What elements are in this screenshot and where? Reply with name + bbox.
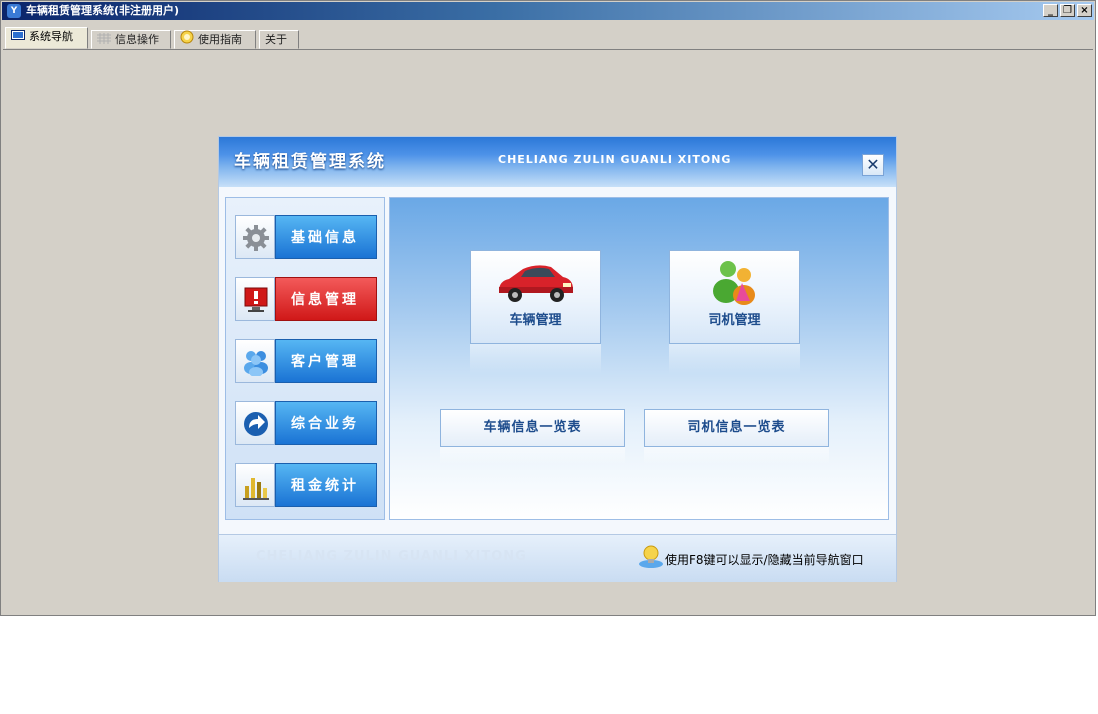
panel-subtitle: CHELIANG ZULIN GUANLI XITONG xyxy=(498,153,732,166)
alert-monitor-icon xyxy=(235,277,275,321)
help-icon xyxy=(180,30,194,44)
panel-header: 车辆租赁管理系统 CHELIANG ZULIN GUANLI XITONG ✕ xyxy=(219,137,896,187)
monitor-icon xyxy=(11,29,25,40)
driver-icon xyxy=(713,261,755,305)
title-bar[interactable]: Y 车辆租赁管理系统(非注册用户) _ ❐ × xyxy=(2,2,1094,20)
restore-button[interactable]: ❐ xyxy=(1060,4,1075,17)
vehicle-button-reflection xyxy=(470,344,601,374)
driver-info-list-button[interactable]: 司机信息一览表 xyxy=(644,409,829,447)
sidebar-item-label: 基础信息 xyxy=(275,215,377,259)
vehicle-info-list-button[interactable]: 车辆信息一览表 xyxy=(440,409,625,447)
footer-hint: 使用F8键可以显示/隐藏当前导航窗口 xyxy=(665,553,864,567)
sidebar-item-basic-info[interactable]: 基础信息 xyxy=(235,215,377,259)
vehicle-list-reflection xyxy=(440,447,625,465)
vehicle-management-label: 车辆管理 xyxy=(509,313,562,328)
tab-system-nav[interactable]: 系统导航 xyxy=(5,27,88,49)
main-content: 车辆管理 司机管理 车辆信息一览表 司机信息一览表 xyxy=(389,197,889,520)
driver-management-label: 司机管理 xyxy=(708,313,761,328)
tab-user-guide[interactable]: 使用指南 xyxy=(174,30,256,49)
sidebar-item-label: 综合业务 xyxy=(275,401,377,445)
sidebar-item-rent-statistics[interactable]: 租金统计 xyxy=(235,463,377,507)
footer-watermark: CHELIANG ZULIN GUANLI XITONG xyxy=(256,549,527,564)
close-window-button[interactable]: × xyxy=(1077,4,1092,17)
bar-chart-icon xyxy=(235,463,275,507)
car-icon xyxy=(499,265,573,302)
tab-about[interactable]: 关于 xyxy=(259,30,299,49)
gear-icon xyxy=(235,215,275,259)
lightbulb-icon xyxy=(639,545,663,568)
tab-label: 信息操作 xyxy=(115,33,159,46)
app-logo-icon: Y xyxy=(7,4,21,18)
panel-footer: CHELIANG ZULIN GUANLI XITONG 使用F8键可以显示/隐… xyxy=(219,534,896,582)
navigation-panel: 车辆租赁管理系统 CHELIANG ZULIN GUANLI XITONG ✕ … xyxy=(219,137,896,582)
driver-management-button[interactable]: 司机管理 xyxy=(669,250,800,344)
sidebar-item-customer-management[interactable]: 客户管理 xyxy=(235,339,377,383)
panel-title: 车辆租赁管理系统 xyxy=(234,152,386,172)
driver-list-reflection xyxy=(644,447,829,465)
window-title: 车辆租赁管理系统(非注册用户) xyxy=(26,4,180,17)
sidebar: 基础信息 信息管理 客户管理 综合业务 租金统计 xyxy=(225,197,385,520)
vehicle-management-button[interactable]: 车辆管理 xyxy=(470,250,601,344)
driver-button-reflection xyxy=(669,344,800,374)
sidebar-item-general-business[interactable]: 综合业务 xyxy=(235,401,377,445)
window-controls: _ ❐ × xyxy=(1041,4,1092,18)
users-icon xyxy=(235,339,275,383)
panel-close-button[interactable]: ✕ xyxy=(862,154,884,176)
arrow-icon xyxy=(235,401,275,445)
sidebar-item-label: 客户管理 xyxy=(275,339,377,383)
grid-icon xyxy=(97,32,111,44)
sidebar-item-label: 租金统计 xyxy=(275,463,377,507)
tab-label: 关于 xyxy=(265,33,287,46)
tab-label: 系统导航 xyxy=(29,30,73,43)
minimize-button[interactable]: _ xyxy=(1043,4,1058,17)
tab-info-operation[interactable]: 信息操作 xyxy=(91,30,171,49)
sidebar-item-label: 信息管理 xyxy=(275,277,377,321)
sidebar-item-info-management[interactable]: 信息管理 xyxy=(235,277,377,321)
tab-divider xyxy=(3,49,1093,50)
tab-label: 使用指南 xyxy=(198,33,242,46)
